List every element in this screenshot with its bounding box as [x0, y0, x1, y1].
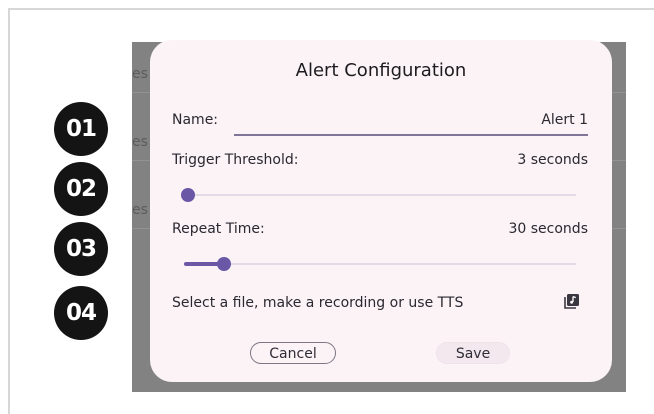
repeat-time-value: 30 seconds — [508, 221, 589, 237]
step-badge-4: 04 — [54, 286, 108, 340]
dialog-title: Alert Configuration — [295, 60, 467, 81]
file-prompt-text: Select a file, make a recording or use T… — [172, 295, 464, 311]
trigger-threshold-label: Trigger Threshold: — [172, 152, 299, 168]
repeat-time-slider[interactable] — [217, 257, 231, 271]
name-input-underline — [234, 134, 588, 136]
step-badge-2: 02 — [54, 162, 108, 216]
step-badge-1: 01 — [54, 102, 108, 156]
name-label: Name: — [172, 112, 219, 128]
background-item-fragment: es — [132, 134, 148, 150]
repeat-time-label: Repeat Time: — [172, 221, 265, 237]
alert-configuration-dialog: Alert Configuration Name: Alert 1 Trigge… — [150, 40, 612, 382]
trigger-threshold-track — [184, 194, 576, 196]
background-item-fragment: es — [132, 66, 148, 82]
background-item-fragment: es — [132, 202, 148, 218]
trigger-threshold-value: 3 seconds — [517, 152, 588, 168]
step-badge-3: 03 — [54, 222, 108, 276]
audio-file-icon[interactable] — [564, 293, 580, 309]
repeat-time-track — [184, 263, 576, 265]
name-input[interactable]: Alert 1 — [234, 112, 588, 128]
save-button[interactable]: Save — [436, 342, 510, 364]
cancel-button[interactable]: Cancel — [250, 342, 336, 364]
trigger-threshold-slider[interactable] — [181, 188, 195, 202]
